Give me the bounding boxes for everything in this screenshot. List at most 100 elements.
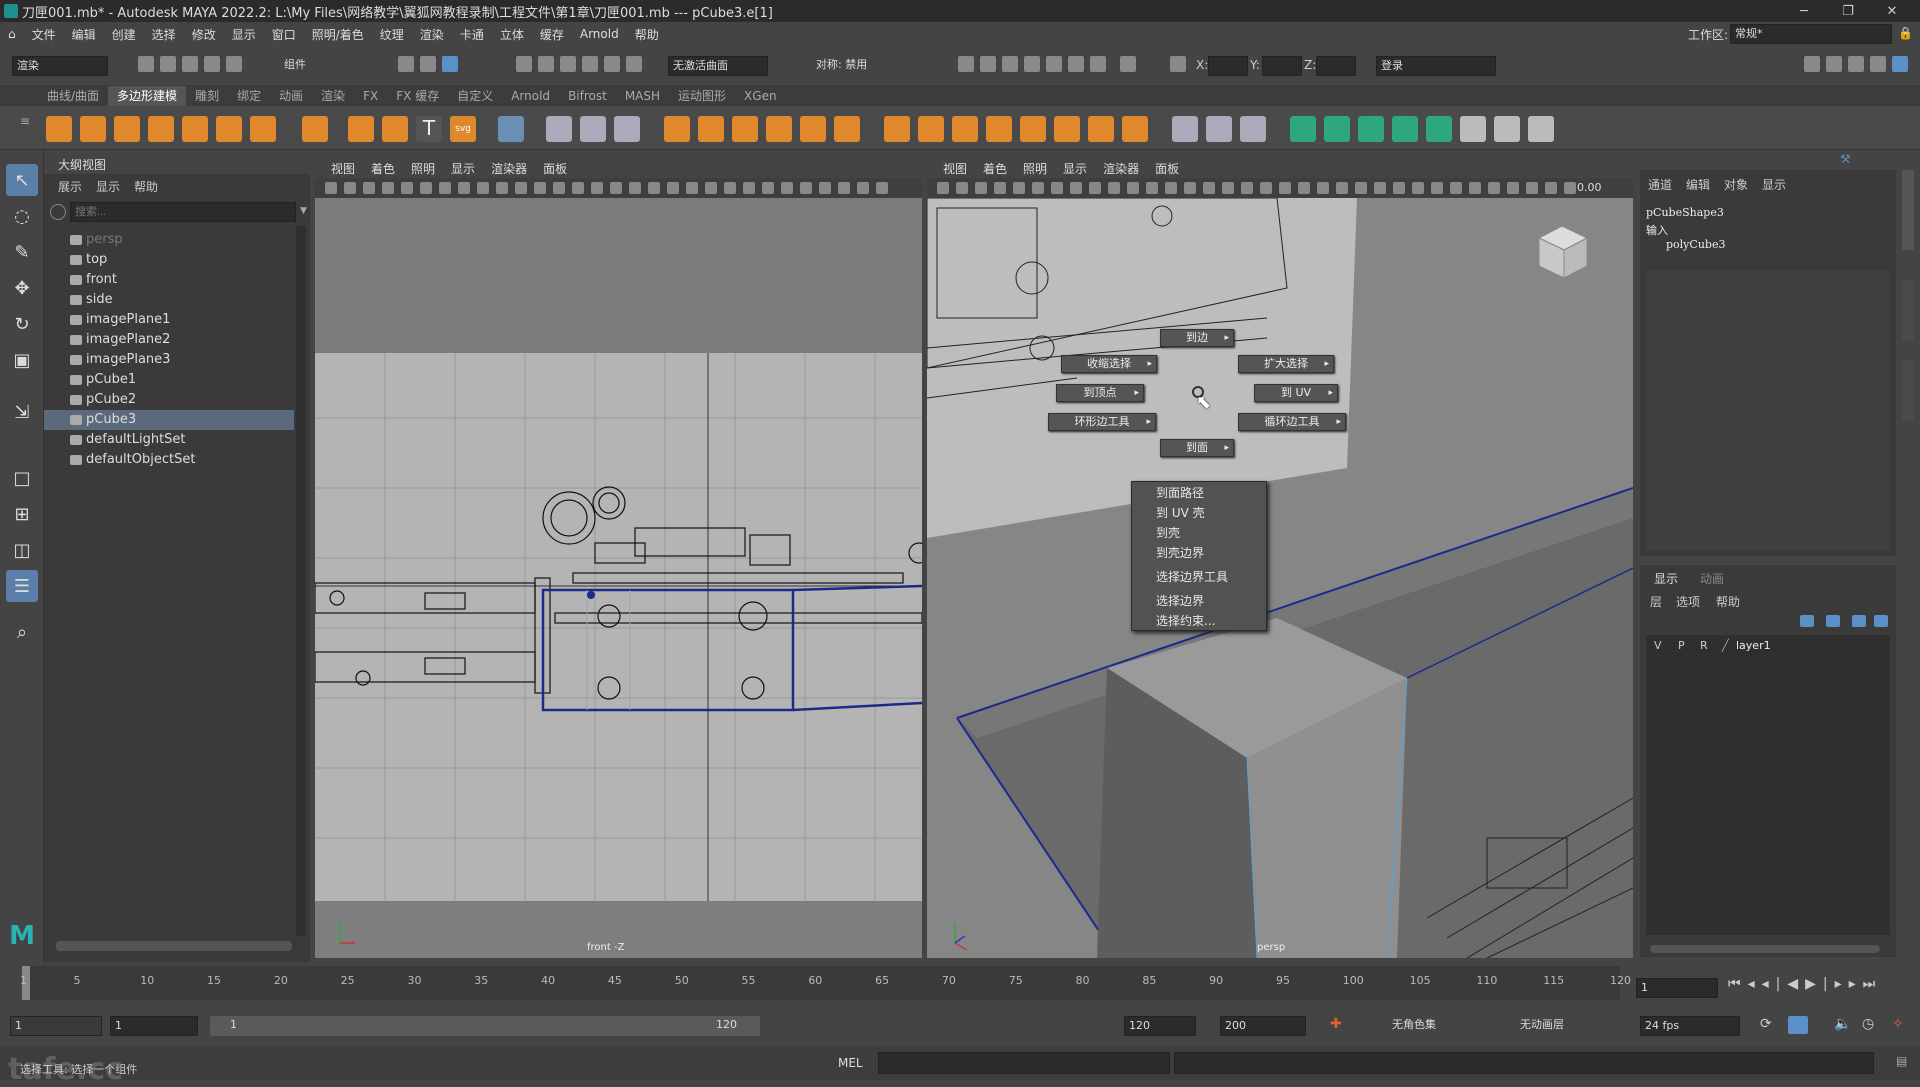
append-icon[interactable] <box>952 116 978 142</box>
viewport-toolbar-icon[interactable] <box>1431 182 1443 194</box>
shelf-tab-rendering[interactable]: 渲染 <box>312 86 354 106</box>
home-icon[interactable]: ⌂ <box>0 27 24 41</box>
cb-menu-object[interactable]: 对象 <box>1724 176 1748 193</box>
cb-shape-name[interactable]: pCubeShape3 <box>1646 206 1724 219</box>
anim-prefs-icon[interactable]: ◷ <box>1862 1016 1874 1032</box>
channel-box-icon[interactable] <box>1870 56 1886 72</box>
ctx-select-constraints[interactable]: 选择约束... <box>1156 612 1215 629</box>
outliner-item[interactable]: top <box>44 250 294 270</box>
viewport-toolbar-icon[interactable] <box>1108 182 1120 194</box>
live-surface-field[interactable]: 无激活曲面 <box>668 56 768 76</box>
viewport-toolbar-icon[interactable] <box>1488 182 1500 194</box>
viewport-toolbar-icon[interactable] <box>420 182 432 194</box>
viewport-toolbar-icon[interactable] <box>1450 182 1462 194</box>
layer-menu-layers[interactable]: 层 <box>1650 593 1662 610</box>
y-field[interactable] <box>1262 56 1302 76</box>
vp1-menu-renderer[interactable]: 渲染器 <box>483 160 535 177</box>
poly-cylinder-icon[interactable] <box>114 116 140 142</box>
render-setup-icon[interactable] <box>1068 56 1084 72</box>
layer-tab-display[interactable]: 显示 <box>1654 570 1678 587</box>
viewport-toolbar-icon[interactable] <box>937 182 949 194</box>
viewport-toolbar-icon[interactable] <box>553 182 565 194</box>
hierarchy-mode-icon[interactable] <box>398 56 414 72</box>
exposure-value[interactable]: 0.00 <box>1577 181 1602 194</box>
vp1-menu-lighting[interactable]: 照明 <box>403 160 443 177</box>
viewport-toolbar-icon[interactable] <box>1336 182 1348 194</box>
shelf-tab-rigging[interactable]: 绑定 <box>228 86 270 106</box>
viewport-toolbar-icon[interactable] <box>800 182 812 194</box>
shelf-tab-mash[interactable]: MASH <box>616 86 669 106</box>
viewport-toolbar-icon[interactable] <box>439 182 451 194</box>
viewport-toolbar-icon[interactable] <box>975 182 987 194</box>
viewport-toolbar-icon[interactable] <box>724 182 736 194</box>
poly-disc-icon[interactable] <box>250 116 276 142</box>
collapse-icon[interactable] <box>1122 116 1148 142</box>
viewport-toolbar-icon[interactable] <box>1279 182 1291 194</box>
maximize-button[interactable]: ❐ <box>1826 0 1870 22</box>
command-input[interactable] <box>878 1052 1170 1074</box>
snap-grid-icon[interactable] <box>516 56 532 72</box>
snap-view-icon[interactable] <box>582 56 598 72</box>
pause-icon[interactable] <box>1120 56 1136 72</box>
viewport-toolbar-icon[interactable] <box>876 182 888 194</box>
viewport-toolbar-icon[interactable] <box>629 182 641 194</box>
vp1-menu-view[interactable]: 视图 <box>323 160 363 177</box>
viewport-toolbar-icon[interactable] <box>1507 182 1519 194</box>
viewport-toolbar-icon[interactable] <box>1070 182 1082 194</box>
mm-to-vertex[interactable]: 到顶点 <box>1056 384 1144 402</box>
uv-editor-icon[interactable] <box>1290 116 1316 142</box>
text-icon[interactable]: T <box>416 116 442 142</box>
ctx-to-shell-border[interactable]: 到壳边界 <box>1156 544 1204 561</box>
menu-edit[interactable]: 编辑 <box>64 26 104 43</box>
lasso-tool-icon[interactable]: ◌ <box>6 200 38 232</box>
layer-move-down-icon[interactable] <box>1826 615 1840 627</box>
poly-cone-icon[interactable] <box>148 116 174 142</box>
object-mode-icon[interactable] <box>420 56 436 72</box>
viewport-toolbar-icon[interactable] <box>363 182 375 194</box>
shelf-tab-motion-graphics[interactable]: 运动图形 <box>669 86 735 106</box>
outliner-scrollbar[interactable] <box>296 226 306 936</box>
ctx-to-face-path[interactable]: 到面路径 <box>1156 484 1204 501</box>
lock-icon[interactable]: 🔒 <box>1898 26 1913 40</box>
ctx-to-uv-shell[interactable]: 到 UV 壳 <box>1156 504 1205 521</box>
outliner-item[interactable]: defaultLightSet <box>44 430 294 450</box>
vp2-menu-panels[interactable]: 面板 <box>1147 160 1187 177</box>
layer-move-up-icon[interactable] <box>1800 615 1814 627</box>
shelf-tab-arnold[interactable]: Arnold <box>502 86 559 106</box>
viewport-toolbar-icon[interactable] <box>534 182 546 194</box>
workspace-dropdown[interactable]: 常规* <box>1730 24 1892 44</box>
viewport-toolbar-icon[interactable] <box>705 182 717 194</box>
menuset-dropdown[interactable]: 渲染 <box>12 56 108 76</box>
viewport-toolbar-icon[interactable] <box>572 182 584 194</box>
selection-mode-dropdown[interactable]: 组件 <box>280 56 372 76</box>
outliner-menu-show[interactable]: 展示 <box>58 178 82 195</box>
minimize-button[interactable]: ─ <box>1782 0 1826 22</box>
viewport-toolbar-icon[interactable] <box>325 182 337 194</box>
shelf-tab-sculpting[interactable]: 雕刻 <box>186 86 228 106</box>
scale-tool-icon[interactable]: ▣ <box>6 344 38 376</box>
viewport-toolbar-icon[interactable] <box>762 182 774 194</box>
fill-hole-icon[interactable] <box>986 116 1012 142</box>
snap-point-icon[interactable] <box>560 56 576 72</box>
type-icon[interactable] <box>498 116 524 142</box>
sweep-mesh-icon[interactable] <box>382 116 408 142</box>
automatic-map-icon[interactable] <box>1426 116 1452 142</box>
viewport-toolbar-icon[interactable] <box>781 182 793 194</box>
new-scene-icon[interactable] <box>138 56 154 72</box>
multi-cut-icon[interactable] <box>1172 116 1198 142</box>
smooth-icon[interactable] <box>732 116 758 142</box>
layer-hscrollbar[interactable] <box>1650 945 1880 953</box>
outliner-persp-icon[interactable]: ☰ <box>6 570 38 602</box>
mm-grow-selection[interactable]: 扩大选择 <box>1238 355 1334 373</box>
poly-torus-icon[interactable] <box>182 116 208 142</box>
checker-icon[interactable] <box>1460 116 1486 142</box>
layer-playback-toggle[interactable]: P <box>1678 639 1685 652</box>
viewport-toolbar-icon[interactable] <box>1032 182 1044 194</box>
viewport-toolbar-icon[interactable] <box>1013 182 1025 194</box>
viewport-toolbar-icon[interactable] <box>1222 182 1234 194</box>
ctx-select-border-tool[interactable]: 选择边界工具 <box>1156 568 1228 585</box>
wedge-icon[interactable] <box>1088 116 1114 142</box>
cache-playback-icon[interactable] <box>1788 1016 1808 1034</box>
mesh-tool-1-icon[interactable] <box>546 116 572 142</box>
offset-loop-icon[interactable] <box>1240 116 1266 142</box>
